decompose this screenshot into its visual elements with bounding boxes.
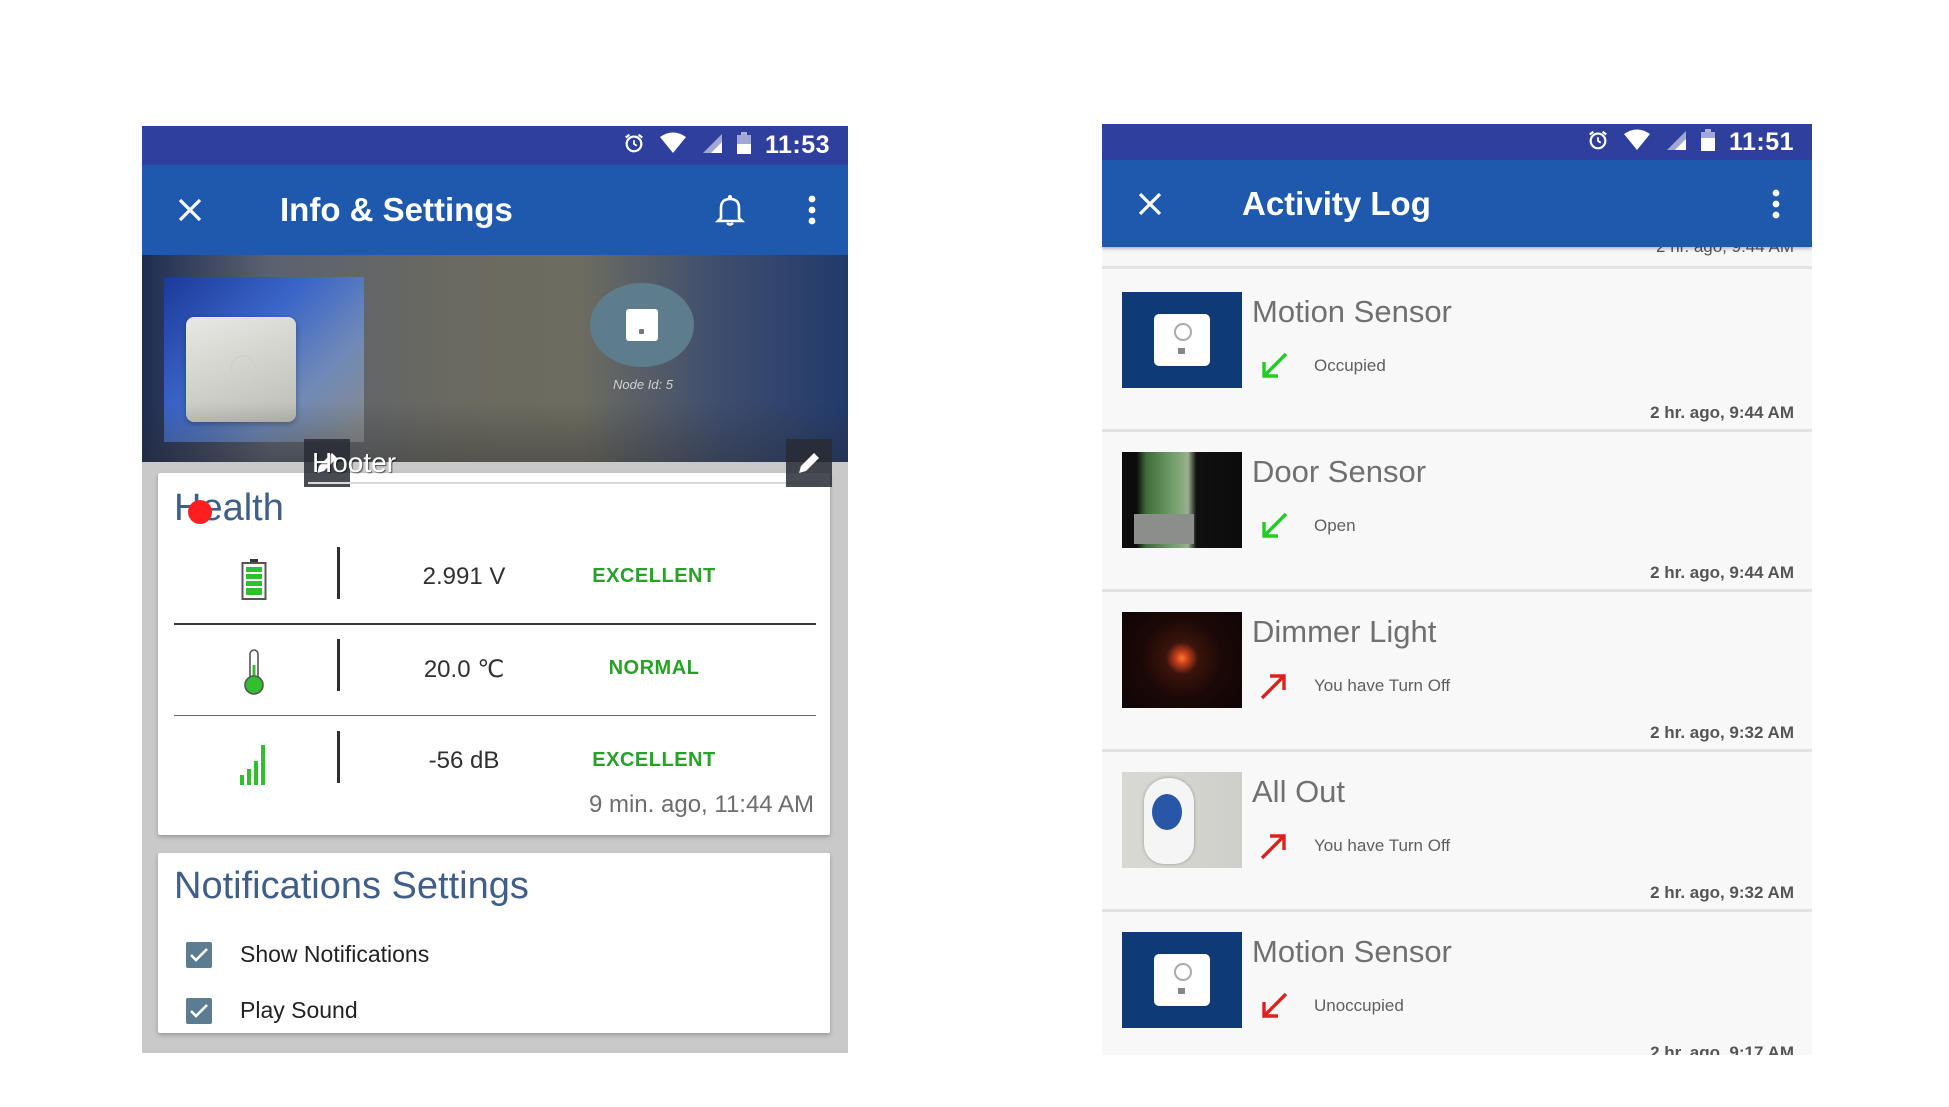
show-notifications-checkbox[interactable]: Show Notifications [186, 941, 429, 968]
info-settings-screen: 11:53 Info & Settings Node Id: 5 Hooter … [142, 126, 848, 1053]
item-time: 2 hr. ago, 9:44 AM [1650, 403, 1794, 422]
play-sound-checkbox[interactable]: Play Sound [186, 997, 358, 1024]
row-divider [174, 715, 816, 716]
bell-icon [715, 195, 745, 226]
play-sound-label: Play Sound [240, 997, 358, 1023]
item-time: 2 hr. ago, 9:32 AM [1650, 883, 1794, 902]
close-button[interactable] [1130, 184, 1170, 224]
app-bar: Info & Settings [142, 165, 848, 255]
item-description: You have Turn Off [1314, 836, 1451, 855]
more-vert-icon [1772, 189, 1780, 218]
close-icon [1138, 192, 1162, 215]
alarm-icon [623, 132, 645, 159]
item-title: Motion Sensor [1252, 934, 1452, 969]
show-notifications-label: Show Notifications [240, 941, 430, 967]
cell-signal-icon [1665, 129, 1687, 156]
device-status-dot [188, 500, 212, 524]
item-time: 2 hr. ago, 9:44 AM [1650, 563, 1794, 582]
device-header: Node Id: 5 Hooter [142, 255, 848, 524]
wifi-icon [1623, 129, 1651, 156]
battery-icon [736, 132, 751, 159]
item-time: 2 hr. ago, 9:17 AM [1650, 1043, 1794, 1055]
activity-log-list[interactable]: 2 hr. ago, 9:44 AM Motion Sensor Occupie… [1102, 237, 1812, 1055]
door-sensor-thumbnail [1122, 452, 1242, 548]
device-name-input[interactable]: Hooter [308, 444, 818, 484]
list-item-clipped: 2 hr. ago, 9:44 AM [1102, 237, 1812, 269]
item-description: Unoccupied [1314, 996, 1404, 1015]
item-time: 2 hr. ago, 9:32 AM [1650, 723, 1794, 742]
notifications-title: Notifications Settings [174, 865, 529, 907]
node-avatar [590, 283, 694, 367]
temperature-status: NORMAL [608, 657, 700, 679]
battery-icon [1700, 128, 1715, 156]
item-description: You have Turn Off [1314, 676, 1451, 695]
notifications-card: Notifications Settings Show Notification… [158, 853, 830, 1033]
list-item[interactable]: Motion Sensor Occupied 2 hr. ago, 9:44 A… [1102, 272, 1812, 432]
list-item[interactable]: Dimmer Light You have Turn Off 2 hr. ago… [1102, 592, 1812, 752]
list-item[interactable]: Motion Sensor Unoccupied 2 hr. ago, 9:17… [1102, 912, 1812, 1055]
item-description: Open [1314, 516, 1356, 535]
arrow-up-right-icon [1260, 674, 1286, 700]
signal-status: EXCELLENT [592, 749, 716, 771]
thermometer-icon [234, 647, 274, 697]
checkbox-checked[interactable] [186, 997, 212, 1024]
divider [337, 639, 340, 691]
item-description: Occupied [1314, 356, 1386, 375]
health-row-temperature: 20.0 ℃ NORMAL [174, 625, 816, 715]
item-title: Dimmer Light [1252, 614, 1437, 649]
all-out-thumbnail [1122, 772, 1242, 868]
status-bar: 11:53 [142, 126, 848, 165]
dimmer-light-thumbnail [1122, 612, 1242, 708]
item-title: Door Sensor [1252, 454, 1427, 489]
arrow-down-left-icon [1262, 992, 1288, 1018]
more-options-button[interactable] [800, 190, 824, 230]
item-title: Motion Sensor [1252, 294, 1452, 329]
arrow-down-left-icon [1262, 512, 1288, 538]
arrow-up-right-icon [1260, 834, 1286, 860]
health-updated-time: 9 min. ago, 11:44 AM [588, 791, 814, 818]
close-button[interactable] [170, 190, 210, 230]
alarm-icon [1587, 129, 1609, 156]
divider [337, 547, 340, 599]
more-vert-icon [808, 195, 816, 225]
status-bar: 11:51 [1102, 124, 1812, 160]
pencil-icon [799, 453, 819, 473]
node-id-label: Node Id: 5 [613, 377, 673, 392]
battery-icon [234, 555, 274, 605]
list-item[interactable]: Door Sensor Open 2 hr. ago, 9:44 AM [1102, 432, 1812, 592]
status-time: 11:51 [1728, 127, 1794, 156]
notifications-button[interactable] [710, 190, 750, 230]
app-bar: Activity Log [1102, 160, 1812, 247]
battery-status: EXCELLENT [592, 565, 716, 587]
list-item[interactable]: All Out You have Turn Off 2 hr. ago, 9:3… [1102, 752, 1812, 912]
wifi-icon [659, 132, 687, 159]
edit-name-button[interactable] [786, 439, 832, 487]
item-title: All Out [1252, 774, 1346, 809]
close-icon [178, 198, 202, 222]
page-title: Info & Settings [280, 191, 513, 228]
cell-signal-icon [701, 132, 723, 159]
divider [337, 731, 340, 783]
health-row-battery: 2.991 V EXCELLENT [174, 533, 816, 623]
page-title: Activity Log [1242, 184, 1431, 222]
more-options-button[interactable] [1764, 184, 1788, 224]
check-icon [190, 1003, 208, 1018]
status-time: 11:53 [764, 131, 830, 159]
activity-log-screen: 11:51 Activity Log 2 hr. ago, 9:44 AM Mo… [1102, 124, 1812, 1055]
health-card: Health 2.991 V EXCELLENT 20.0 ℃ NORMAL -… [158, 473, 830, 835]
motion-sensor-thumbnail [1122, 292, 1242, 388]
arrow-down-left-icon [1262, 352, 1288, 378]
device-photo [164, 277, 364, 442]
check-icon [190, 947, 208, 962]
checkbox-checked[interactable] [186, 941, 212, 968]
motion-sensor-thumbnail [1122, 932, 1242, 1028]
signal-strength-icon [234, 739, 274, 789]
